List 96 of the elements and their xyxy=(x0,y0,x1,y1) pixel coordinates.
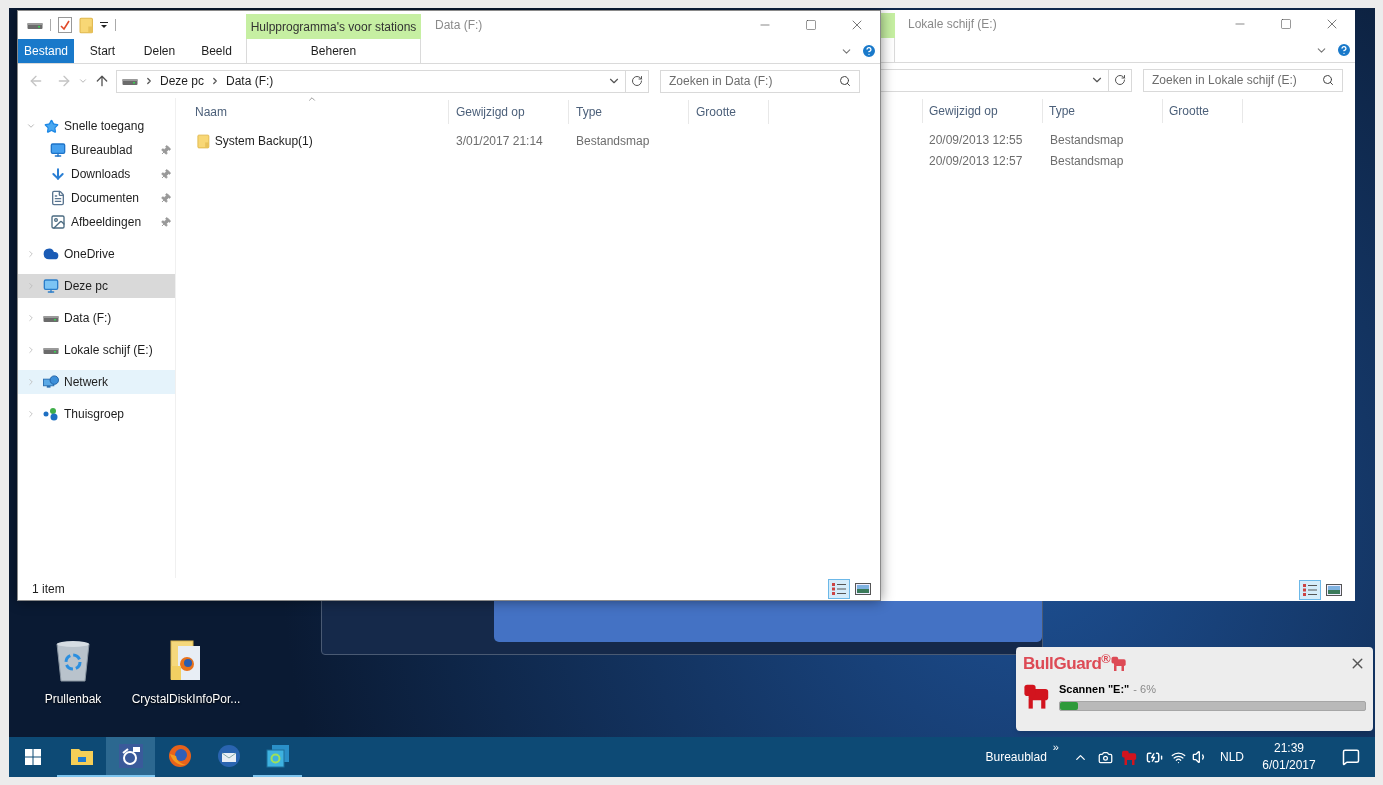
status-text: 1 item xyxy=(32,581,66,598)
refresh-icon xyxy=(1114,74,1126,86)
desktop-icon-label[interactable]: CrystalDiskInfoPor... xyxy=(131,690,241,708)
windows-logo-icon xyxy=(25,749,41,765)
column-header[interactable]: Type xyxy=(569,100,689,124)
nav-item[interactable]: Downloads xyxy=(18,162,175,186)
sync-window-icon xyxy=(265,744,290,768)
taskbar-app-button[interactable] xyxy=(106,737,155,777)
refresh-icon xyxy=(631,75,643,87)
clock[interactable]: 21:39 6/01/2017 xyxy=(1258,737,1320,777)
ribbon-tab[interactable]: Beeld xyxy=(188,39,245,63)
nav-item[interactable]: Netwerk xyxy=(18,370,175,394)
toolbar-more[interactable]: » xyxy=(1052,739,1059,756)
help-icon[interactable] xyxy=(861,43,877,59)
breadcrumb-item[interactable]: Data (F:) xyxy=(226,72,274,90)
drive-icon xyxy=(122,76,138,86)
context-tab-group: Hulpprogramma's voor stations xyxy=(246,14,421,39)
desktop-icon-label[interactable]: Prullenbak xyxy=(44,690,102,708)
language-indicator[interactable]: NLD xyxy=(1220,748,1244,766)
folder-icon xyxy=(79,16,94,34)
table-cell-text: 3/01/2017 21:14 xyxy=(455,133,544,150)
breadcrumb-separator-icon xyxy=(144,76,154,86)
recycle-bin-icon xyxy=(54,640,92,682)
camera-sync-icon xyxy=(118,744,143,768)
nav-item[interactable]: Documenten xyxy=(18,186,175,210)
camera-icon[interactable] xyxy=(1098,749,1113,765)
drive-icon xyxy=(27,20,43,30)
dropdown-icon[interactable] xyxy=(100,21,109,29)
drive-icon xyxy=(43,313,59,323)
nav-item[interactable]: Afbeeldingen xyxy=(18,210,175,234)
nav-item[interactable]: Thuisgroep xyxy=(18,402,175,426)
table-cell-text: Bestandsmap xyxy=(1049,152,1125,170)
nav-item[interactable]: OneDrive xyxy=(18,242,175,266)
desktop-icon xyxy=(50,142,66,158)
window-title: Data (F:) xyxy=(435,17,483,34)
help-icon[interactable] xyxy=(1336,42,1352,58)
table-cell-text: Bestandsmap xyxy=(575,133,651,150)
document-icon xyxy=(50,190,66,206)
breadcrumb-item[interactable]: Deze pc xyxy=(160,72,205,90)
nav-item[interactable]: Data (F:) xyxy=(18,306,175,330)
star-icon xyxy=(43,118,59,134)
sort-indicator-icon xyxy=(307,94,317,104)
details-view-button[interactable] xyxy=(1299,580,1321,600)
search-field[interactable]: Zoeken in Lokale schijf (E:) xyxy=(1143,68,1343,92)
brand-logo: BullGuard$^{®}$ xyxy=(1023,651,1111,675)
address-bar[interactable]: Deze pc Data (F:) xyxy=(116,69,626,93)
file-name-cell[interactable]: System Backup(1) xyxy=(176,132,449,150)
scan-percent: - 6% xyxy=(1133,681,1156,697)
download-icon xyxy=(50,166,66,182)
column-header[interactable]: Naam xyxy=(176,100,449,124)
table-cell-text: Bestandsmap xyxy=(1049,131,1125,149)
monitor-icon xyxy=(43,278,59,294)
refresh-button[interactable] xyxy=(1109,68,1132,92)
refresh-button[interactable] xyxy=(626,69,649,93)
folder-icon xyxy=(197,133,210,149)
folder-icon xyxy=(69,746,94,766)
window-title: Lokale schijf (E:) xyxy=(908,16,997,33)
toolbar-label[interactable]: Bureaublad xyxy=(985,748,1047,766)
search-field[interactable]: Zoeken in Data (F:) xyxy=(660,69,860,93)
folder-icon xyxy=(170,640,202,682)
notifications-icon[interactable] xyxy=(1342,748,1360,766)
maximize-icon xyxy=(805,19,817,31)
nav-item[interactable]: Bureaublad xyxy=(18,138,175,162)
nav-item[interactable]: Lokale schijf (E:) xyxy=(18,338,175,362)
maximize-icon xyxy=(1280,18,1292,30)
file-tab[interactable]: Bestand xyxy=(18,39,74,63)
mail-bird-icon xyxy=(216,744,241,768)
table-cell-text: 20/09/2013 12:57 xyxy=(928,152,1024,170)
up-icon[interactable] xyxy=(94,73,110,89)
column-header[interactable]: Gewijzigd op xyxy=(449,100,569,124)
drive-icon xyxy=(43,345,59,355)
column-header[interactable]: Type xyxy=(1042,99,1163,123)
column-header[interactable]: Grootte xyxy=(1162,99,1243,123)
ribbon-tab[interactable]: Start xyxy=(74,39,131,63)
checklist-icon[interactable] xyxy=(58,17,72,33)
firefox-icon xyxy=(167,744,192,768)
scan-status: Scannen "E:" xyxy=(1059,681,1130,697)
dog-icon xyxy=(1023,682,1051,709)
picture-icon xyxy=(50,214,66,230)
context-ribbon-tab[interactable]: Beheren xyxy=(246,39,421,63)
details-view-button[interactable] xyxy=(828,579,850,599)
column-header[interactable]: Gewijzigd op xyxy=(922,99,1043,123)
dog-icon xyxy=(1110,656,1129,672)
nav-item[interactable]: Snelle toegang xyxy=(18,114,175,138)
homegroup-icon xyxy=(43,407,59,421)
search-icon xyxy=(839,75,851,87)
search-icon xyxy=(1322,74,1334,86)
cloud-icon xyxy=(43,246,59,262)
context-tab-group xyxy=(881,13,895,38)
table-cell-text: 20/09/2013 12:55 xyxy=(928,131,1024,149)
ribbon-tab[interactable]: Delen xyxy=(131,39,188,63)
nav-item[interactable]: Deze pc xyxy=(18,274,175,298)
network-icon xyxy=(43,375,59,389)
dog-icon xyxy=(1121,749,1138,765)
wifi-icon[interactable] xyxy=(1171,749,1186,765)
column-header[interactable]: Grootte xyxy=(689,100,769,124)
